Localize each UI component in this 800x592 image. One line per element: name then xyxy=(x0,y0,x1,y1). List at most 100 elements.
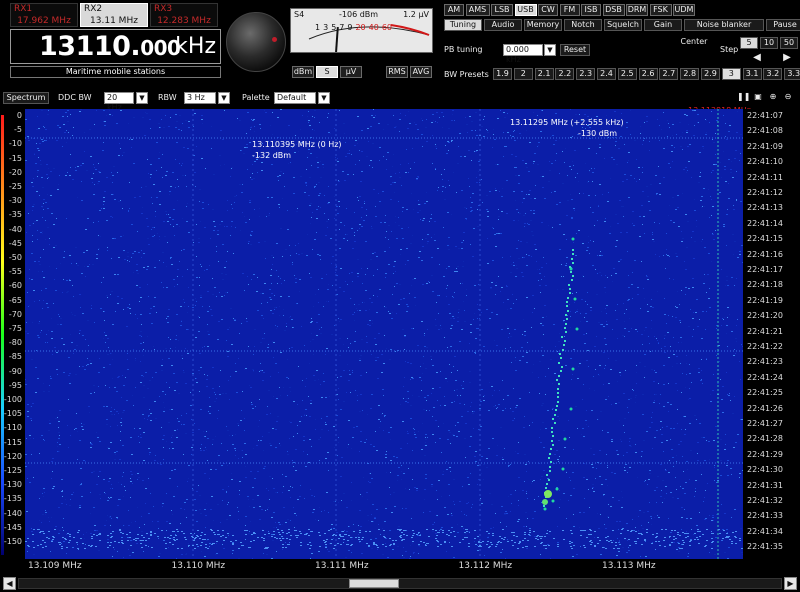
mode-button-isb[interactable]: ISB xyxy=(581,4,601,16)
power-tick: -85 xyxy=(8,352,22,362)
pause-icon[interactable]: ❚❚ xyxy=(737,92,750,104)
time-tick: 22:41:17 xyxy=(747,265,783,274)
power-axis: 0 -5 -10 -15 -20 -25 -30 -35 -40 -45 -50 -55 -60 -65 -… xyxy=(0,109,25,559)
horizontal-scrollbar: ◀ ▶ xyxy=(0,575,800,592)
s-unit-button[interactable]: S xyxy=(316,66,338,78)
s-scale-tick: 20 xyxy=(355,23,366,32)
zoom-in-icon[interactable]: ⊕ xyxy=(767,92,779,104)
mode-button-dsb[interactable]: DSB xyxy=(602,4,625,16)
s-meter: S4 -106 dBm 1.2 μV 1 3 5 7 9 20 40 60 xyxy=(290,8,433,53)
frequency-tick: 13.113 MHz xyxy=(602,561,656,571)
step-button-10[interactable]: 10 xyxy=(760,37,778,49)
frequency-tick: 13.111 MHz xyxy=(315,561,369,571)
spectrum-button[interactable]: Spectrum xyxy=(3,92,49,104)
bw-preset-1-9[interactable]: 1.9 xyxy=(493,68,512,80)
s-scale-tick: 1 xyxy=(315,23,321,32)
palette-select[interactable]: Default xyxy=(274,92,316,104)
scroll-thumb[interactable] xyxy=(349,579,399,588)
power-tick: -140 xyxy=(3,508,22,518)
frequency-display[interactable]: 13110.000 kHz xyxy=(10,29,221,64)
bw-preset-3[interactable]: 3 xyxy=(721,68,741,80)
avg-button[interactable]: AVG xyxy=(410,66,432,78)
scroll-right-icon[interactable]: ▶ xyxy=(784,577,797,590)
save-icon[interactable]: ▣ xyxy=(752,92,764,104)
mode-button-usb[interactable]: USB xyxy=(514,4,537,16)
s-scale-tick: 9 xyxy=(347,23,353,32)
power-tick: -100 xyxy=(3,395,22,404)
bw-preset-2-2[interactable]: 2.2 xyxy=(555,68,575,80)
bw-preset-3-1[interactable]: 3.1 xyxy=(742,68,762,80)
mode-button-am[interactable]: AM xyxy=(444,4,464,16)
tab-pause[interactable]: Pause xyxy=(766,19,800,31)
rx1-name: RX1 xyxy=(14,4,33,14)
pb-tuning-dropdown-icon[interactable]: ▼ xyxy=(544,44,556,56)
tune-left-icon[interactable]: ◀ xyxy=(750,53,764,65)
rx1-tab[interactable]: RX1 17.962 MHz xyxy=(10,3,78,27)
waterfall-display[interactable]: 13.110395 MHz (0 Hz) -132 dBm 13.11295 M… xyxy=(25,109,743,559)
tab-noise-blanker[interactable]: Noise blanker xyxy=(684,19,764,31)
bw-preset-2-4[interactable]: 2.4 xyxy=(597,68,616,80)
bw-preset-2-1[interactable]: 2.1 xyxy=(534,68,554,80)
rx2-freq: 13.11 MHz xyxy=(90,16,138,26)
bw-preset-3-3[interactable]: 3.3 xyxy=(784,68,800,80)
dbm-unit-button[interactable]: dBm xyxy=(292,66,314,78)
rx2-tab[interactable]: RX2 13.11 MHz xyxy=(80,3,148,27)
time-tick: 22:41:15 xyxy=(747,234,783,244)
bw-preset-2-6[interactable]: 2.6 xyxy=(638,68,658,80)
tab-gain[interactable]: Gain xyxy=(644,19,682,31)
s-meter-dbm: -106 dBm xyxy=(339,10,379,19)
step-button-5[interactable]: 5 xyxy=(740,37,758,49)
scroll-left-icon[interactable]: ◀ xyxy=(3,577,16,590)
time-tick: 22:41:28 xyxy=(747,434,783,444)
time-tick: 22:41:29 xyxy=(747,449,783,459)
uv-unit-button[interactable]: μV xyxy=(340,66,362,78)
center-button[interactable]: Center xyxy=(674,37,714,49)
knob-indicator-dot xyxy=(272,37,277,42)
power-tick: -90 xyxy=(8,366,22,376)
tuning-knob[interactable] xyxy=(226,12,286,72)
tab-squelch[interactable]: Squelch xyxy=(604,19,642,31)
ddc-bw-dropdown-icon[interactable]: ▼ xyxy=(136,92,148,104)
time-tick: 22:41:26 xyxy=(747,403,783,413)
frequency-main-digits: 13110. xyxy=(39,31,141,62)
reset-button[interactable]: Reset xyxy=(560,44,590,56)
zoom-out-icon[interactable]: ⊖ xyxy=(782,92,794,104)
mode-button-cw[interactable]: CW xyxy=(538,4,558,16)
waterfall-noise xyxy=(25,109,743,559)
time-tick: 22:41:23 xyxy=(747,357,783,367)
step-button-50[interactable]: 50 xyxy=(780,37,798,49)
rbw-dropdown-icon[interactable]: ▼ xyxy=(218,92,230,104)
power-tick: -35 xyxy=(8,210,22,220)
tab-memory[interactable]: Memory xyxy=(524,19,562,31)
tab-notch[interactable]: Notch xyxy=(564,19,602,31)
control-panel: RX1 17.962 MHz RX2 13.11 MHz RX3 12.283 … xyxy=(0,0,800,90)
bw-preset-2-8[interactable]: 2.8 xyxy=(680,68,700,80)
marker1-level: -132 dBm xyxy=(252,151,292,160)
pb-tuning-input[interactable]: 0.000 kHz xyxy=(503,44,543,64)
bw-preset-2-3[interactable]: 2.3 xyxy=(576,68,596,80)
ddc-bw-select[interactable]: 20 kHz xyxy=(104,92,134,112)
tab-tuning[interactable]: Tuning xyxy=(444,19,482,31)
rms-button[interactable]: RMS xyxy=(386,66,408,78)
palette-label: Palette xyxy=(242,93,270,102)
mode-button-drm[interactable]: DRM xyxy=(626,4,648,16)
tab-audio[interactable]: Audio xyxy=(484,19,522,31)
bw-preset-2-5[interactable]: 2.5 xyxy=(617,68,637,80)
mode-button-fm[interactable]: FM xyxy=(559,4,580,16)
bw-preset-2[interactable]: 2 xyxy=(513,68,533,80)
bw-preset-2-7[interactable]: 2.7 xyxy=(659,68,679,80)
bw-preset-2-9[interactable]: 2.9 xyxy=(701,68,720,80)
mode-button-udm[interactable]: UDM xyxy=(673,4,695,16)
mode-button-ams[interactable]: AMS xyxy=(465,4,490,16)
rx3-tab[interactable]: RX3 12.283 MHz xyxy=(150,3,218,27)
time-tick: 22:41:18 xyxy=(747,280,783,290)
mode-button-lsb[interactable]: LSB xyxy=(491,4,513,16)
rbw-select[interactable]: 3 Hz xyxy=(184,92,216,104)
time-tick: 22:41:33 xyxy=(747,511,783,521)
mode-button-fsk[interactable]: FSK xyxy=(649,4,672,16)
tune-right-icon[interactable]: ▶ xyxy=(780,53,794,65)
scroll-track[interactable] xyxy=(18,578,782,589)
palette-dropdown-icon[interactable]: ▼ xyxy=(318,92,330,104)
power-tick: -150 xyxy=(3,537,22,546)
bw-preset-3-2[interactable]: 3.2 xyxy=(763,68,783,80)
